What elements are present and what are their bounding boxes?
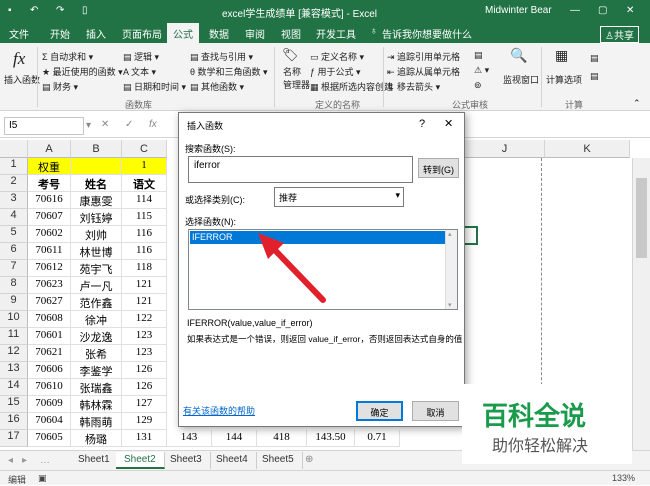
- watermark-subtitle: 助你轻松解决: [492, 438, 589, 455]
- arrow-shaft: [267, 242, 326, 303]
- watermark-title: 百科全说: [482, 401, 587, 431]
- watermark: 百科全说 助你轻松解决: [462, 384, 632, 464]
